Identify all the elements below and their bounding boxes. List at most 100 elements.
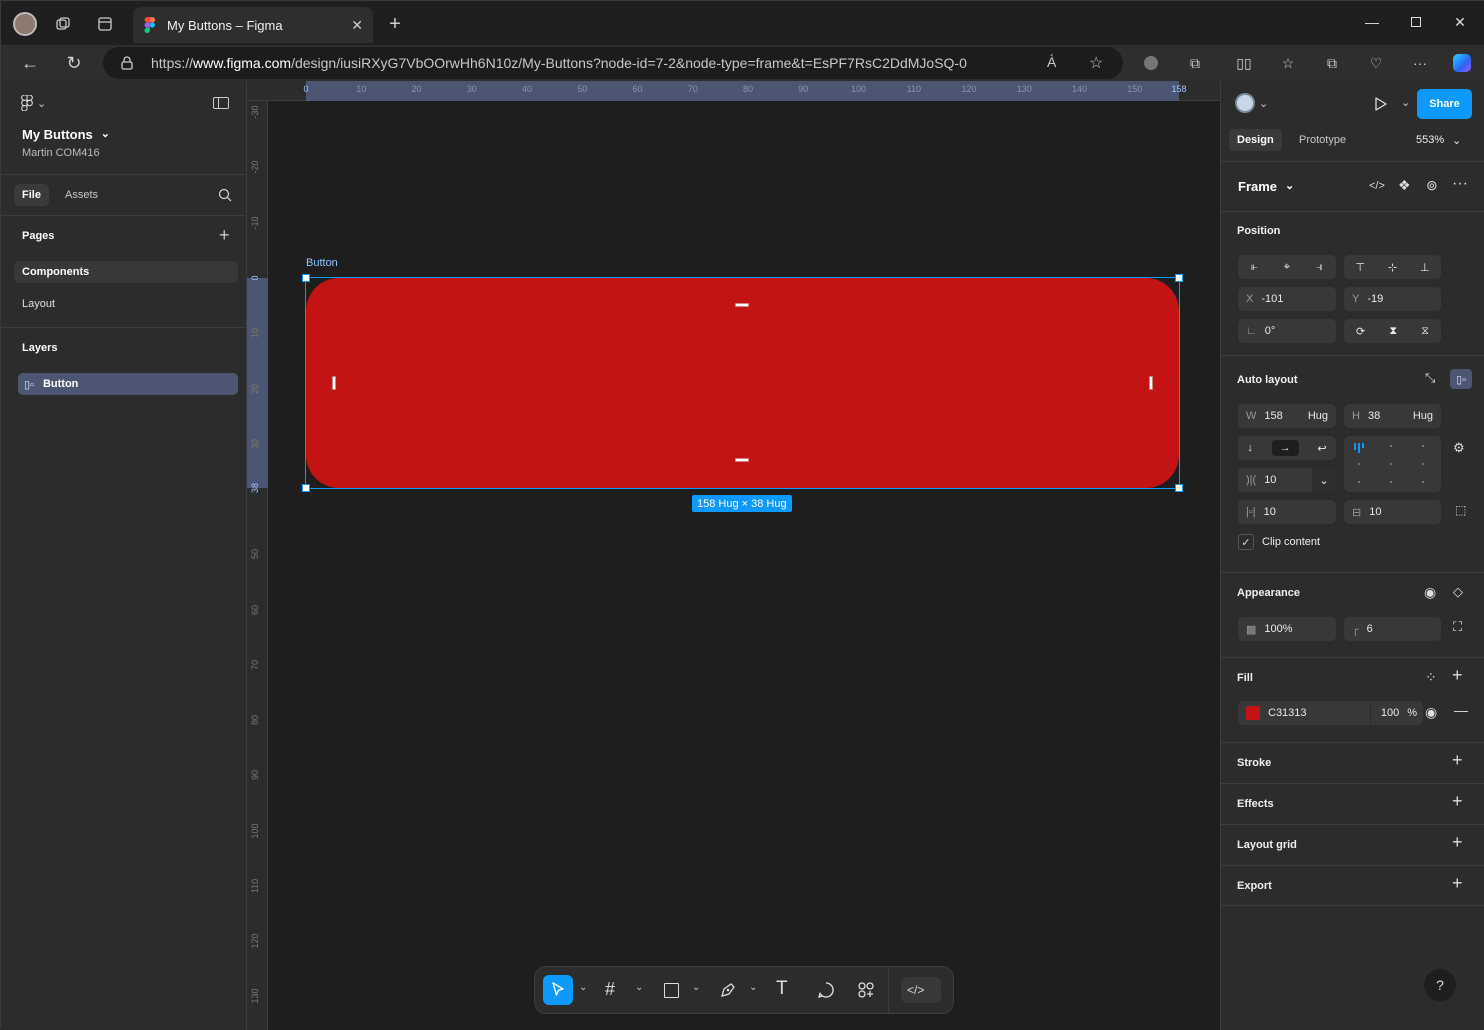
close-tab-icon[interactable]: ✕ [351,17,363,34]
pen-tool-icon[interactable] [719,981,737,999]
frame-tool-icon[interactable]: # [605,979,615,1000]
gap-field[interactable]: )|(10 ⌄ [1238,468,1336,492]
width-field[interactable]: W 158 Hug [1238,404,1336,428]
chevron-down-icon[interactable]: ⌄ [1312,468,1336,492]
add-layout-grid-icon[interactable]: + [1452,832,1463,853]
minimize-icon[interactable]: — [1349,5,1395,39]
favorites-icon[interactable]: ☆ [1272,47,1304,79]
rectangle-tool-icon[interactable] [664,983,679,998]
comment-tool-icon[interactable] [817,981,835,999]
align-center-h-icon[interactable]: ⌖ [1284,261,1290,274]
present-play-icon[interactable] [1375,97,1387,111]
text-tool-icon[interactable]: T [776,978,788,1000]
alignment-grid[interactable] [1344,436,1441,492]
frame-label[interactable]: Button [306,257,338,269]
page-item-components[interactable]: Components [14,261,238,283]
help-button[interactable]: ? [1424,969,1456,1001]
flip-vertical-icon[interactable]: ⧖ [1421,325,1429,338]
chevron-down-icon[interactable]: ⌄ [749,982,757,993]
autolayout-settings-icon[interactable]: ⚙ [1453,440,1465,456]
resize-handle-tr[interactable] [1175,274,1183,282]
maximize-icon[interactable] [1393,5,1439,39]
padding-handle-right[interactable] [1149,376,1153,390]
chevron-down-icon[interactable]: ⌄ [692,982,700,993]
split-screen-icon[interactable]: ▯▯ [1228,47,1260,79]
resize-handle-tl[interactable] [302,274,310,282]
more-options-icon[interactable]: ··· [1404,47,1436,79]
layer-item-button[interactable]: ▯▫ Button [18,373,238,395]
flip-horizontal-icon[interactable]: ⧗ [1389,325,1397,338]
color-swatch[interactable] [1246,706,1260,720]
w-mode[interactable]: Hug [1308,410,1328,422]
chevron-down-icon[interactable]: ⌄ [1401,96,1410,109]
padding-handle-top[interactable] [735,303,749,307]
new-tab-icon[interactable]: + [379,8,411,40]
zoom-dropdown[interactable]: 553% ⌄ [1416,134,1461,147]
independent-padding-icon[interactable]: ⬚ [1455,503,1466,517]
url-input[interactable]: https://www.figma.com/design/iusiRXyG7Vb… [103,47,1123,79]
height-field[interactable]: H 38 Hug [1344,404,1441,428]
remove-fill-icon[interactable]: — [1454,702,1468,718]
fill-color-field[interactable]: C31313 100% [1238,701,1423,725]
x-field[interactable]: X -101 [1238,287,1336,311]
frame-type-dropdown[interactable]: Frame ⌄ [1238,179,1294,194]
direction-wrap-icon[interactable]: ↩ [1317,442,1326,455]
add-stroke-icon[interactable]: + [1452,750,1463,771]
collections-icon[interactable]: ⧉ [1316,47,1348,79]
browser-tab[interactable]: My Buttons – Figma ✕ [133,7,373,43]
close-window-icon[interactable]: ✕ [1437,5,1483,39]
file-name-dropdown[interactable]: My Buttons ⌄ [22,127,110,142]
back-icon[interactable]: ← [14,47,46,79]
share-button[interactable]: Share [1417,89,1472,119]
direction-horizontal-icon[interactable]: → [1271,440,1299,456]
add-page-icon[interactable]: + [219,225,230,246]
move-tool-button[interactable] [543,975,573,1005]
resources-tool-icon[interactable] [857,981,875,999]
horizontal-padding-field[interactable]: |▫| 10 [1238,500,1336,524]
direction-vertical-icon[interactable]: ↓ [1247,442,1253,454]
toggle-sidebar-icon[interactable] [213,97,229,109]
align-bottom-icon[interactable]: ⊥ [1420,261,1430,274]
padding-handle-left[interactable] [332,376,336,390]
browser-essentials-icon[interactable]: ♡ [1360,47,1392,79]
tab-file[interactable]: File [14,184,49,206]
dev-mode-toggle[interactable]: </> [901,977,941,1003]
tab-assets[interactable]: Assets [65,189,98,201]
h-mode[interactable]: Hug [1413,410,1433,422]
autolayout-toggle-icon[interactable]: ▯▫ [1450,369,1472,389]
y-field[interactable]: Y -19 [1344,287,1441,311]
code-icon[interactable]: </> [1369,180,1385,192]
design-canvas[interactable]: 0 10 20 30 40 50 60 70 80 90 100 110 120 130 140 150 158… [247,81,1220,1030]
suggest-autolayout-icon[interactable]: ⤡ [1425,370,1435,386]
styles-grid-icon[interactable]: ⁘ [1425,669,1437,686]
add-export-icon[interactable]: + [1452,873,1463,894]
workspaces-icon[interactable] [47,8,79,40]
align-center-v-icon[interactable]: ⊹ [1388,261,1397,274]
refresh-icon[interactable]: ↻ [58,47,90,79]
fill-opacity[interactable]: 100% [1369,701,1423,725]
tab-prototype[interactable]: Prototype [1299,134,1346,146]
copilot-icon[interactable] [1446,47,1478,79]
clip-content-checkbox[interactable]: ✓ [1238,534,1254,550]
align-top-icon[interactable]: ⊤ [1355,261,1365,274]
chevron-down-icon[interactable]: ⌄ [579,982,587,993]
profile-avatar[interactable] [9,8,41,40]
rotate-icon[interactable]: ⟳ [1356,325,1365,338]
eye-icon[interactable]: ◉ [1424,584,1436,601]
fill-hex-value[interactable]: C31313 [1268,707,1370,719]
extension-icon[interactable] [1135,47,1167,79]
resize-handle-br[interactable] [1175,484,1183,492]
boolean-icon[interactable]: ⊚ [1426,177,1438,194]
tab-actions-icon[interactable] [89,8,121,40]
user-avatar-dropdown[interactable]: ⌄ [1235,93,1268,113]
more-icon[interactable]: ··· [1452,175,1468,193]
add-fill-icon[interactable]: + [1452,665,1463,686]
independent-corners-icon[interactable]: ⛶ [1453,619,1462,635]
opacity-field[interactable]: ▩ 100% [1238,617,1336,641]
page-item-layout[interactable]: Layout [22,298,55,310]
eye-icon[interactable]: ◉ [1425,704,1437,721]
corner-radius-field[interactable]: ╭ 6 [1344,617,1441,641]
vertical-padding-field[interactable]: ⊟ 10 [1344,500,1441,524]
extensions-puzzle-icon[interactable]: ⧉ [1179,47,1211,79]
main-menu-button[interactable]: ⌄ [21,95,46,111]
